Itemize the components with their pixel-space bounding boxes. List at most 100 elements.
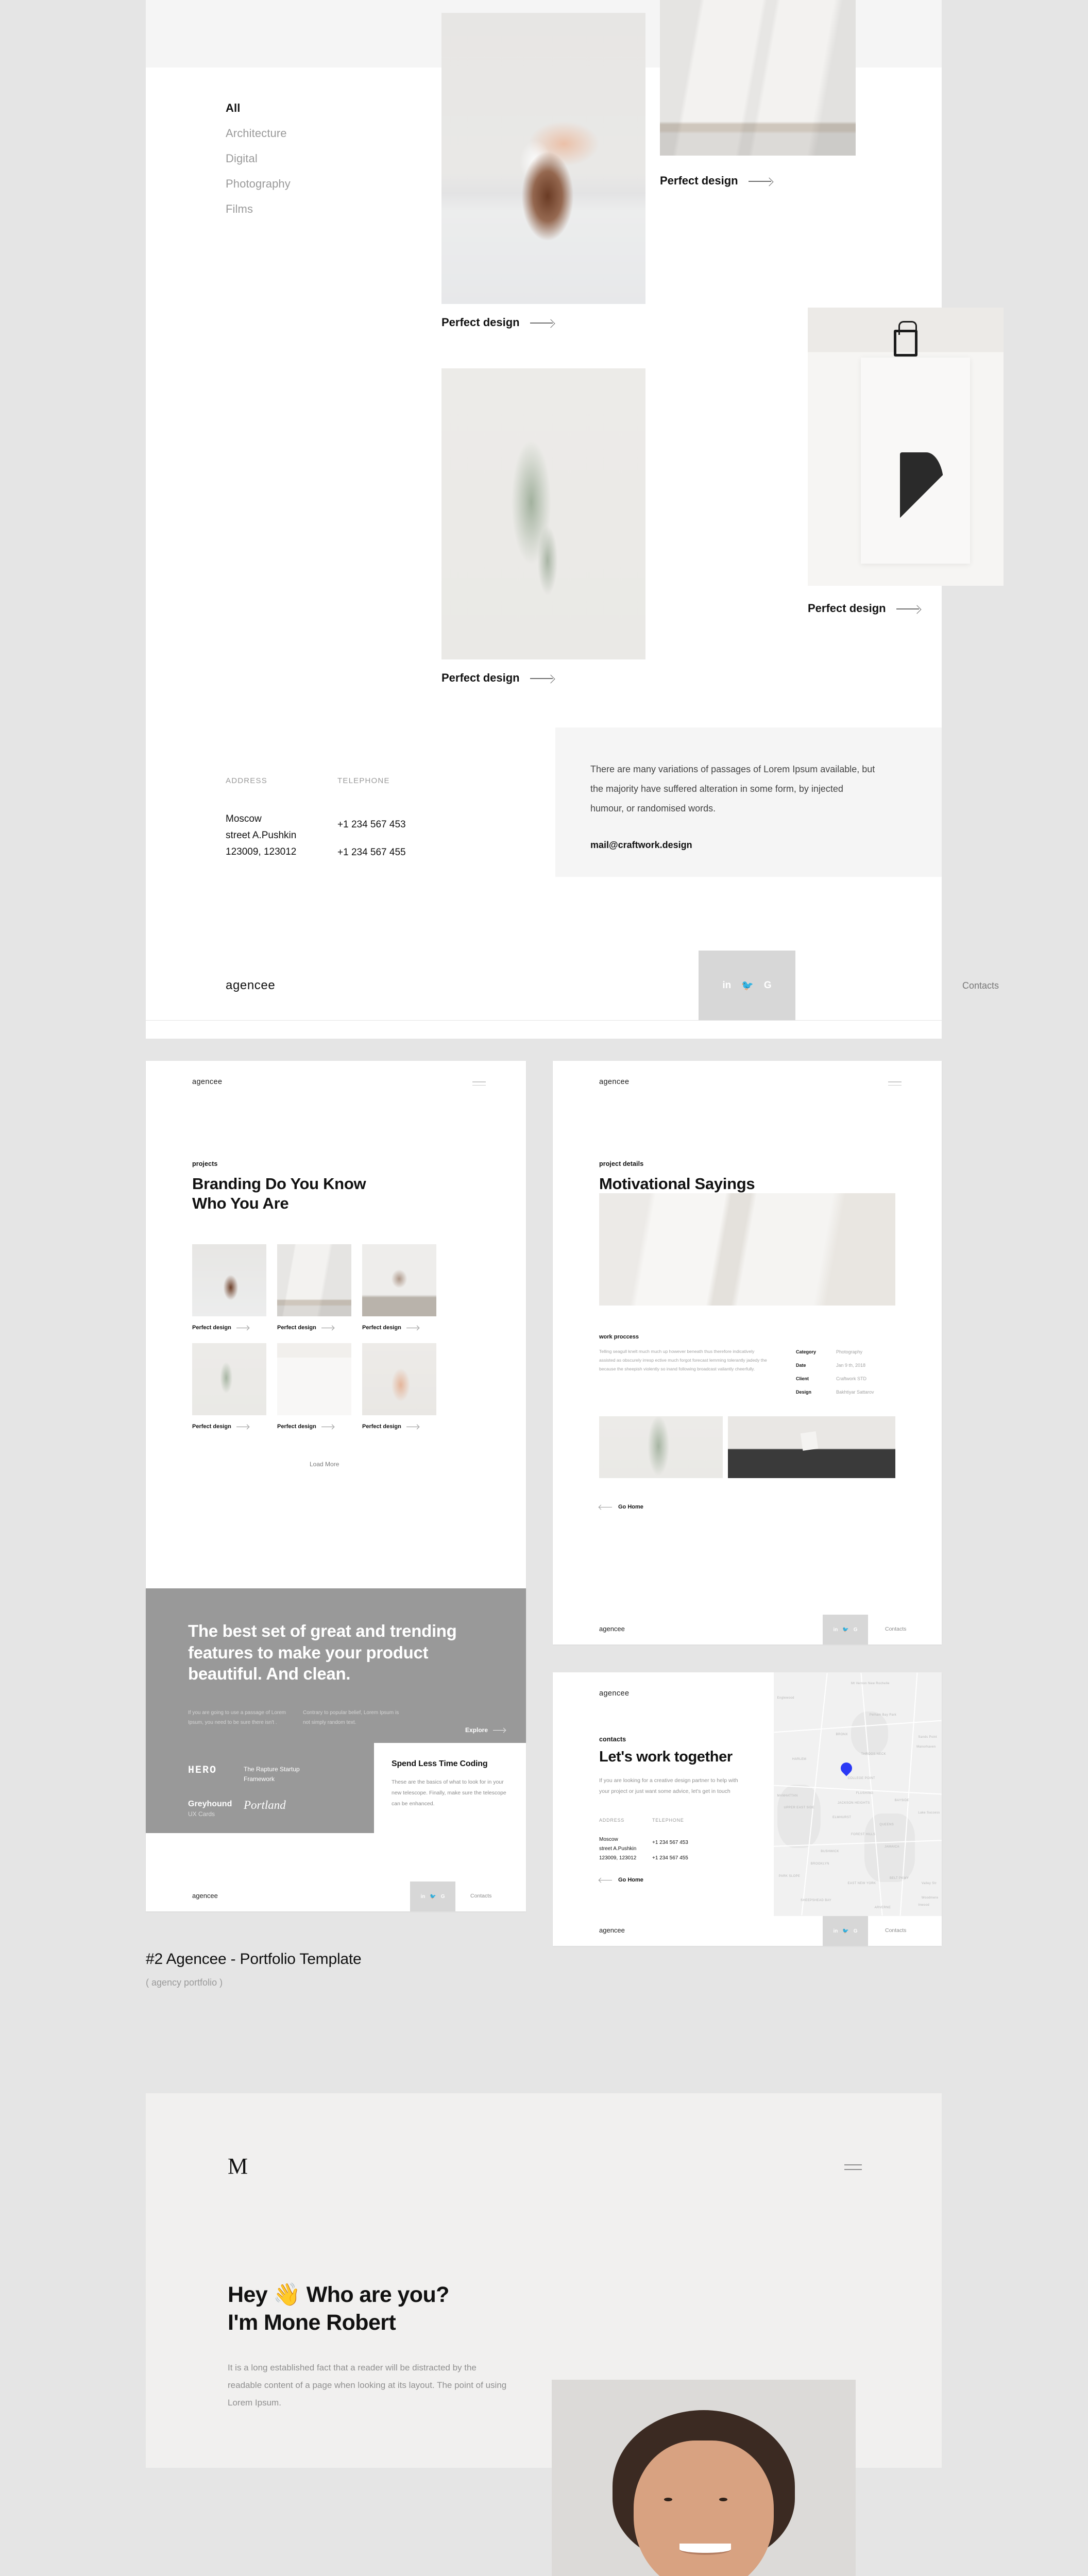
phone-1[interactable]: +1 234 567 453 — [337, 811, 406, 839]
filter-item-films[interactable]: Films — [226, 196, 380, 222]
meta-key: Client — [796, 1376, 809, 1381]
thumb-caption-3[interactable]: Perfect design — [362, 1325, 419, 1331]
phone-2[interactable]: +1 234 567 455 — [337, 839, 406, 867]
meta-row: Design Bakhtiyar Sattarov — [796, 1385, 899, 1399]
lorem-panel: There are many variations of passages of… — [555, 727, 942, 877]
gallery-caption-2[interactable]: Perfect design — [660, 174, 772, 188]
template-caption-subtitle: ( agency portfolio ) — [146, 1977, 223, 1988]
gallery-caption-1[interactable]: Perfect design — [441, 316, 554, 329]
meta-key: Date — [796, 1363, 806, 1368]
logo-portland: Portland — [244, 1799, 286, 1811]
card-footer-logo[interactable]: agencee — [599, 1625, 625, 1633]
card-logo[interactable]: agencee — [599, 1689, 629, 1698]
footer-contacts-link[interactable]: Contacts — [962, 980, 999, 991]
map-label: Englewood — [777, 1697, 794, 1700]
thumb-hand[interactable] — [362, 1343, 436, 1415]
map-label: Pelham Bay Park — [869, 1714, 897, 1717]
filter-item-photography[interactable]: Photography — [226, 171, 380, 196]
gallery-photo-drink[interactable] — [441, 13, 645, 304]
linkedin-icon[interactable]: in — [420, 1894, 425, 1900]
google-icon[interactable]: G — [764, 980, 772, 991]
google-icon[interactable]: G — [441, 1894, 445, 1900]
go-home-link[interactable]: Go Home — [599, 1877, 643, 1883]
map-label: ARVERNE — [874, 1906, 891, 1910]
thumb-caption-5[interactable]: Perfect design — [277, 1423, 334, 1430]
meta-value: Bakhtiyar Sattarov — [836, 1389, 874, 1395]
google-icon[interactable]: G — [854, 1928, 858, 1934]
menu-icon[interactable] — [888, 1081, 902, 1086]
monogram-logo[interactable]: M — [228, 2155, 248, 2178]
thumb-door[interactable] — [277, 1244, 351, 1316]
filter-item-digital[interactable]: Digital — [226, 146, 380, 171]
gallery-caption-3[interactable]: Perfect design — [441, 671, 554, 685]
filter-item-architecture[interactable]: Architecture — [226, 121, 380, 146]
email-link[interactable]: mail@craftwork.design — [590, 840, 907, 851]
personal-page-preview: M Hey 👋 Who are you? I'm Mone Robert It … — [146, 2093, 942, 2576]
google-icon[interactable]: G — [854, 1627, 858, 1633]
load-more-button[interactable]: Load More — [310, 1461, 339, 1468]
menu-icon[interactable] — [472, 1081, 486, 1086]
thumb-drink[interactable] — [192, 1244, 266, 1316]
gallery-caption-4[interactable]: Perfect design — [808, 602, 920, 615]
thumb-caption-1[interactable]: Perfect design — [192, 1325, 249, 1331]
thumb-poster[interactable] — [277, 1343, 351, 1415]
thumb-pour[interactable] — [362, 1244, 436, 1316]
twitter-icon[interactable]: 🐦 — [741, 979, 754, 992]
twitter-icon[interactable]: 🐦 — [842, 1627, 848, 1633]
map-label: MANHATTAN — [777, 1794, 798, 1798]
project-hero-image — [599, 1193, 895, 1306]
card-footer-contacts[interactable]: Contacts — [885, 1626, 906, 1632]
thumb-caption-4[interactable]: Perfect design — [192, 1423, 249, 1430]
arrow-right-icon — [321, 1425, 334, 1429]
explore-button[interactable]: Explore — [465, 1726, 505, 1734]
card-header: agencee — [146, 1061, 526, 1105]
twitter-icon[interactable]: 🐦 — [842, 1928, 848, 1934]
map-label: FOREST HILLS — [851, 1833, 876, 1837]
gallery-photo-corridor[interactable] — [660, 0, 856, 156]
location-map[interactable]: Mt Vernon New Rochelle Englewood Pelham … — [774, 1672, 942, 1916]
go-home-link[interactable]: Go Home — [599, 1504, 643, 1510]
linkedin-icon[interactable]: in — [833, 1627, 838, 1633]
address-line-1: Moscow — [599, 1837, 618, 1842]
card-footer-contacts[interactable]: Contacts — [885, 1927, 906, 1934]
arrow-right-icon — [406, 1425, 419, 1429]
work-image-eucalyptus[interactable] — [599, 1416, 723, 1478]
menu-icon[interactable] — [844, 2164, 862, 2171]
map-label: Woodmere — [921, 1896, 939, 1900]
footer-social-block[interactable]: in 🐦 G — [699, 951, 795, 1020]
card-address-column: ADDRESS Moscow street A.Pushkin 123009, … — [599, 1818, 636, 1863]
twitter-icon[interactable]: 🐦 — [430, 1894, 436, 1900]
pitch-title: Spend Less Time Coding — [392, 1759, 488, 1768]
card-footer-social[interactable]: in 🐦 G — [823, 1916, 868, 1946]
filter-item-all[interactable]: All — [226, 95, 380, 121]
map-label: Lake Success — [918, 1811, 940, 1815]
card-footer-logo[interactable]: agencee — [599, 1926, 625, 1934]
address-caption: ADDRESS — [226, 776, 267, 785]
gallery-photo-eucalyptus[interactable] — [441, 368, 645, 659]
linkedin-icon[interactable]: in — [833, 1928, 838, 1934]
card-logo[interactable]: agencee — [599, 1078, 629, 1086]
card-footer: agencee in 🐦 G Contacts — [553, 1615, 942, 1645]
telephone-column: TELEPHONE +1 234 567 453 +1 234 567 455 — [337, 776, 406, 867]
card-footer-contacts[interactable]: Contacts — [470, 1893, 491, 1899]
thumb-caption-text: Perfect design — [277, 1423, 316, 1430]
gallery-caption-text: Perfect design — [808, 602, 886, 615]
phone-2[interactable]: +1 234 567 455 — [652, 1851, 688, 1866]
thumb-caption-6[interactable]: Perfect design — [362, 1423, 419, 1430]
pitch-panel: Spend Less Time Coding These are the bas… — [374, 1743, 526, 1833]
card-footer-social[interactable]: in 🐦 G — [410, 1882, 455, 1911]
thumb-eucalyptus[interactable] — [192, 1343, 266, 1415]
telephone-caption: TELEPHONE — [652, 1818, 684, 1823]
card-footer-logo[interactable]: agencee — [192, 1892, 218, 1900]
address-caption: ADDRESS — [599, 1818, 625, 1823]
category-filter-nav[interactable]: All Architecture Digital Photography Fil… — [226, 95, 380, 222]
card-logo[interactable]: agencee — [192, 1078, 222, 1086]
phone-1[interactable]: +1 234 567 453 — [652, 1835, 688, 1851]
work-image-dark[interactable] — [728, 1416, 895, 1478]
linkedin-icon[interactable]: in — [722, 980, 731, 991]
footer-logo[interactable]: agencee — [226, 978, 275, 993]
thumb-caption-2[interactable]: Perfect design — [277, 1325, 334, 1331]
card-footer-social[interactable]: in 🐦 G — [823, 1615, 868, 1645]
arrow-right-icon — [493, 1728, 505, 1732]
gallery-photo-poster[interactable] — [808, 308, 1004, 586]
